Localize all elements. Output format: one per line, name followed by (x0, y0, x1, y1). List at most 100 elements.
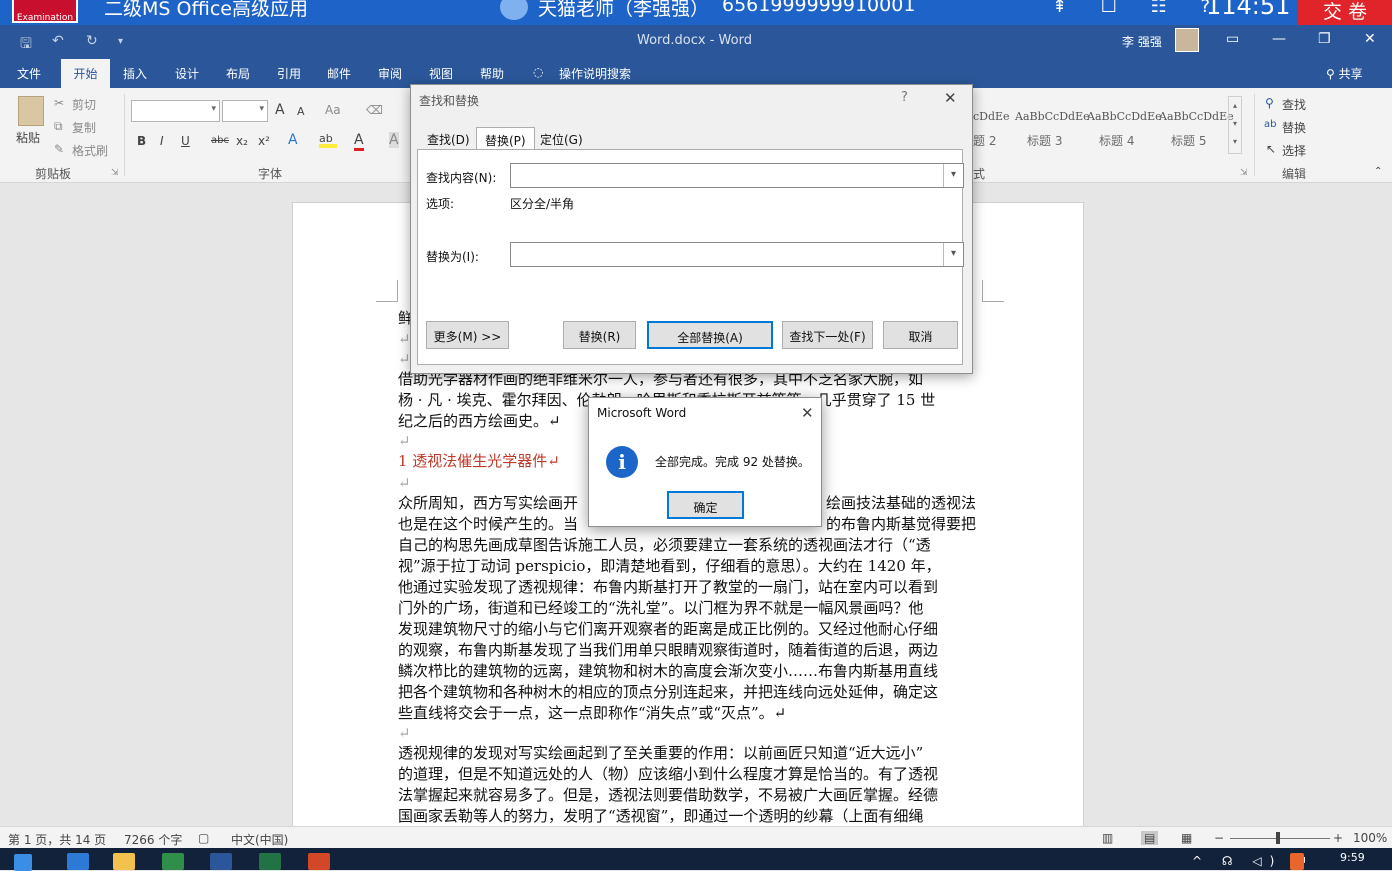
style-heading-2[interactable]: 题 2 (973, 132, 996, 149)
tab-find[interactable]: 查找(D) (419, 127, 478, 150)
find-input[interactable]: ▾ (510, 163, 964, 188)
tab-file[interactable]: 文件 (17, 65, 41, 82)
style-preview[interactable]: cDdEe (973, 110, 1010, 123)
font-size-input[interactable]: ▾ (222, 100, 268, 122)
more-button[interactable]: 更多(M) >> (426, 321, 509, 349)
replace-all-button[interactable]: 全部替换(A) (647, 321, 773, 349)
char-shading-icon[interactable]: A (389, 132, 399, 148)
font-name-input[interactable]: ▾ (131, 100, 220, 122)
zoom-level[interactable]: 100% (1353, 831, 1387, 845)
tell-me-search[interactable]: 操作说明搜索 (559, 65, 631, 82)
zoom-slider[interactable] (1230, 838, 1330, 839)
app-icon[interactable] (67, 853, 89, 870)
ribbon-display-icon[interactable]: ▭ (1226, 31, 1239, 47)
tab-goto[interactable]: 定位(G) (532, 127, 591, 150)
dialog-launcher-icon[interactable]: ⇲ (111, 168, 119, 178)
paste-button[interactable]: 粘贴 (16, 129, 40, 146)
dialog-title: 查找和替换 (419, 94, 480, 108)
styles-scroll[interactable]: ▴ ▾ ▾ (1228, 96, 1242, 154)
chevron-down-icon[interactable]: ▾ (943, 164, 963, 187)
app-icon[interactable] (162, 853, 184, 870)
clock[interactable]: 9:59 (1340, 851, 1365, 864)
cut-button[interactable]: 剪切 (72, 96, 96, 113)
restore-icon[interactable]: ❐ (1318, 31, 1331, 47)
superscript-button[interactable]: x² (258, 134, 270, 148)
powerpoint-icon[interactable] (308, 853, 330, 870)
print-layout-icon[interactable]: ▤ (1141, 831, 1159, 845)
italic-button[interactable]: I (160, 134, 164, 148)
save-icon[interactable]: 🖫 (20, 33, 32, 57)
style-heading-4[interactable]: 标题 4 (1099, 132, 1134, 149)
folder-icon[interactable] (113, 853, 135, 870)
tab-design[interactable]: 设计 (175, 65, 199, 82)
copy-button[interactable]: 复制 (72, 119, 96, 136)
tab-mailings[interactable]: 邮件 (327, 65, 351, 82)
tab-help[interactable]: 帮助 (480, 65, 504, 82)
style-preview[interactable]: AaBbCcDdEe (1159, 110, 1234, 123)
zoom-slider-thumb[interactable] (1276, 832, 1280, 844)
style-heading-5[interactable]: 标题 5 (1171, 132, 1206, 149)
bold-button[interactable]: B (137, 134, 146, 148)
clipboard-group-label: 剪贴板 (35, 167, 72, 181)
undo-icon[interactable]: ↶ (52, 33, 64, 49)
select-button[interactable]: 选择 (1282, 142, 1306, 159)
grow-font-button[interactable]: A (275, 102, 285, 118)
clear-format-icon[interactable]: ⌫ (366, 103, 383, 117)
proofing-icon[interactable]: ▢ (198, 831, 209, 845)
zoom-in-button[interactable]: + (1333, 831, 1343, 845)
text-effects-icon[interactable]: A (288, 132, 298, 148)
cancel-button[interactable]: 取消 (883, 321, 958, 349)
document-line: 众所周知，西方写实绘画开 (398, 494, 579, 512)
find-button[interactable]: 查找 (1282, 96, 1306, 113)
redo-icon[interactable]: ↻ (86, 33, 98, 49)
account-avatar[interactable] (1175, 28, 1199, 52)
language[interactable]: 中文(中国) (231, 831, 288, 848)
shrink-font-button[interactable]: A (297, 105, 305, 118)
subscript-button[interactable]: x₂ (236, 134, 248, 148)
web-layout-icon[interactable]: ▦ (1181, 831, 1192, 845)
close-window-icon[interactable]: ✕ (1364, 31, 1376, 47)
window-title-bar: 🖫 ↶ ↻ ▾ Word.docx - Word 李 强强 ▭ — ❐ ✕ (0, 25, 1392, 59)
highlight-icon[interactable]: ab (319, 132, 337, 148)
find-next-button[interactable]: 查找下一处(F) (782, 321, 873, 349)
excel-icon[interactable] (259, 853, 281, 870)
help-icon[interactable]: ? (901, 90, 908, 105)
zoom-out-button[interactable]: − (1214, 831, 1224, 845)
replace-input[interactable]: ▾ (510, 242, 964, 267)
ok-button[interactable]: 确定 (667, 491, 744, 519)
share-button[interactable]: ⚲ 共享 (1326, 65, 1363, 82)
close-icon[interactable]: ✕ (801, 404, 814, 422)
chevron-down-icon[interactable]: ▾ (943, 243, 963, 266)
replace-button[interactable]: 替换 (1282, 119, 1306, 136)
read-mode-icon[interactable]: ▥ (1102, 831, 1113, 845)
windows-start-icon[interactable] (14, 854, 32, 871)
exam-toolbar-icons[interactable]: ⇞ ☐ ☷ ? (1052, 0, 1224, 17)
word-count[interactable]: 7266 个字 (124, 831, 182, 848)
tab-layout[interactable]: 布局 (226, 65, 250, 82)
tab-insert[interactable]: 插入 (123, 65, 147, 82)
replace-once-button[interactable]: 替换(R) (563, 321, 636, 349)
page-count[interactable]: 第 1 页，共 14 页 (8, 831, 106, 848)
tab-view[interactable]: 视图 (429, 65, 453, 82)
tab-home[interactable]: 开始 (61, 59, 110, 88)
app-icon[interactable] (1290, 853, 1304, 870)
tab-references[interactable]: 引用 (277, 65, 301, 82)
tab-replace[interactable]: 替换(P) (476, 127, 535, 150)
customize-qat-icon[interactable]: ▾ (118, 36, 123, 47)
collapse-ribbon-icon[interactable]: ⌃ (1374, 166, 1382, 177)
word-icon[interactable] (210, 853, 232, 870)
submit-exam-button[interactable]: 交 卷 (1298, 0, 1392, 25)
change-case-button[interactable]: Aa (325, 103, 341, 117)
style-heading-3[interactable]: 标题 3 (1027, 132, 1062, 149)
close-icon[interactable]: ✕ (944, 89, 957, 107)
font-color-icon[interactable]: A (354, 132, 364, 151)
style-preview[interactable]: AaBbCcDdEe (1087, 110, 1162, 123)
strikethrough-button[interactable]: abc (211, 135, 229, 146)
style-preview[interactable]: AaBbCcDdEe (1015, 110, 1090, 123)
tab-review[interactable]: 审阅 (378, 65, 402, 82)
dialog-launcher-icon[interactable]: ⇲ (1240, 168, 1248, 178)
format-painter-button[interactable]: 格式刷 (72, 142, 108, 159)
underline-button[interactable]: U (181, 134, 190, 148)
account-name[interactable]: 李 强强 (1122, 33, 1162, 50)
minimize-icon[interactable]: — (1272, 31, 1286, 47)
